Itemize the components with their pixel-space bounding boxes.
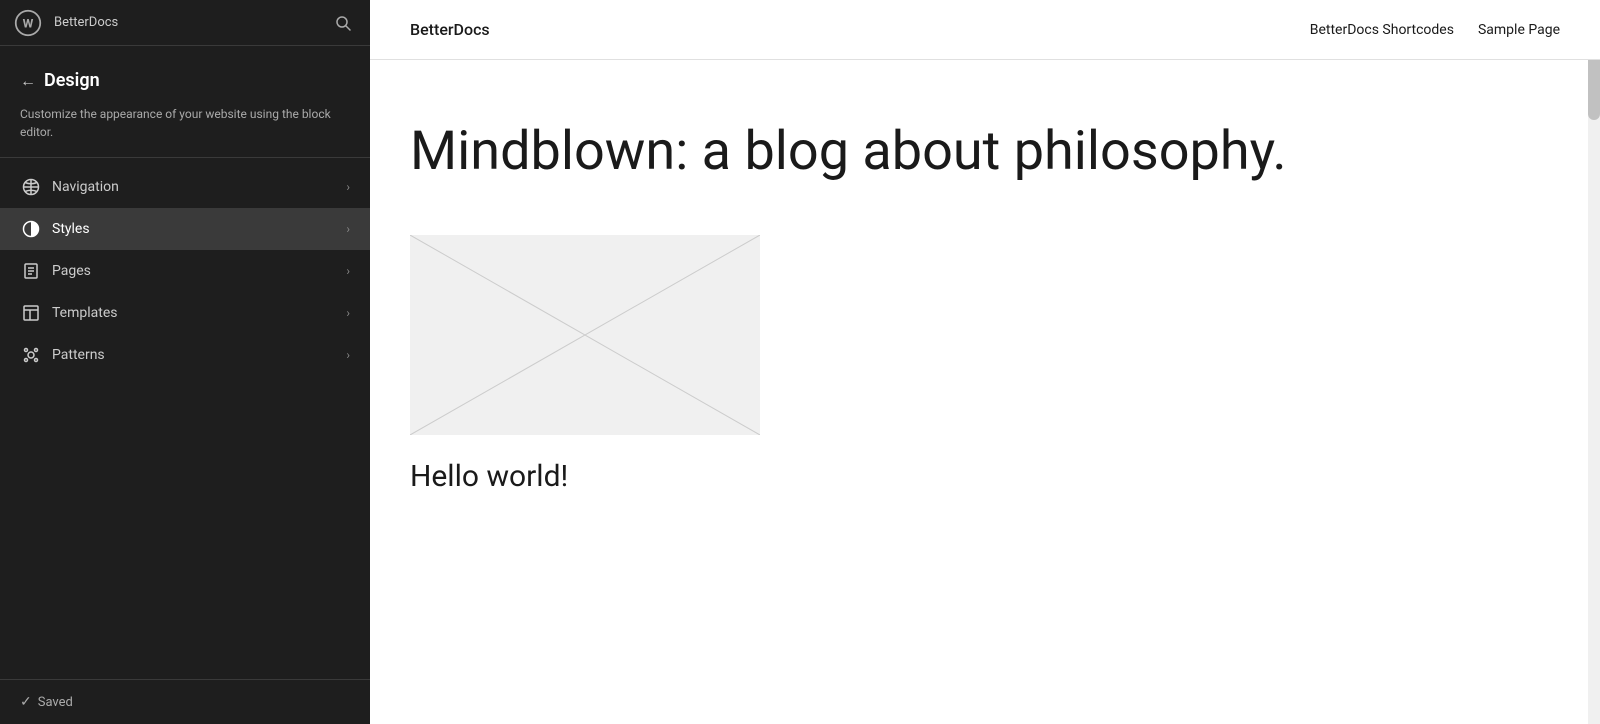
back-button[interactable]: ←	[20, 71, 36, 91]
templates-label: Templates	[52, 305, 336, 321]
pages-icon	[20, 260, 42, 282]
check-icon: ✓	[20, 694, 32, 710]
sidebar-item-pages[interactable]: Pages ›	[0, 250, 370, 292]
search-button[interactable]	[328, 8, 358, 38]
top-bar: W BetterDocs	[0, 0, 370, 46]
sidebar-item-styles[interactable]: Styles ›	[0, 208, 370, 250]
templates-icon	[20, 302, 42, 324]
patterns-chevron: ›	[346, 348, 350, 362]
sidebar-back-row: ← Design	[20, 70, 350, 91]
saved-status: Saved	[38, 695, 73, 710]
sidebar-footer: ✓ Saved	[0, 679, 370, 724]
styles-label: Styles	[52, 221, 336, 237]
preview-logo: BetterDocs	[410, 20, 490, 39]
pages-chevron: ›	[346, 264, 350, 278]
placeholder-diagonal-svg	[410, 235, 760, 435]
scrollbar-track[interactable]	[1588, 0, 1600, 724]
sidebar-title: Design	[44, 70, 100, 91]
top-bar-site-name: BetterDocs	[54, 15, 318, 30]
sidebar-item-templates[interactable]: Templates ›	[0, 292, 370, 334]
preview-area: BetterDocs BetterDocs Shortcodes Sample …	[370, 0, 1600, 724]
navigation-icon	[20, 176, 42, 198]
navigation-label: Navigation	[52, 179, 336, 195]
preview-nav-shortcodes[interactable]: BetterDocs Shortcodes	[1310, 22, 1454, 38]
preview-site-nav: BetterDocs Shortcodes Sample Page	[1310, 22, 1560, 38]
pages-label: Pages	[52, 263, 336, 279]
preview-nav-sample[interactable]: Sample Page	[1478, 22, 1560, 38]
patterns-icon	[20, 344, 42, 366]
preview-hero-title: Mindblown: a blog about philosophy.	[410, 120, 1430, 185]
styles-icon	[20, 218, 42, 240]
sidebar-description: Customize the appearance of your website…	[20, 105, 350, 141]
sidebar: ← Design Customize the appearance of you…	[0, 0, 370, 724]
preview-post-title: Hello world!	[410, 459, 1430, 494]
sidebar-item-navigation[interactable]: Navigation ›	[0, 166, 370, 208]
preview-content: Mindblown: a blog about philosophy. Hell…	[370, 60, 1470, 554]
templates-chevron: ›	[346, 306, 350, 320]
svg-text:W: W	[23, 16, 34, 30]
sidebar-navigation: Navigation › Styles ›	[0, 158, 370, 679]
preview-featured-image	[410, 235, 760, 435]
patterns-label: Patterns	[52, 347, 336, 363]
styles-chevron: ›	[346, 222, 350, 236]
sidebar-header: ← Design Customize the appearance of you…	[0, 46, 370, 158]
preview-site-header: BetterDocs BetterDocs Shortcodes Sample …	[370, 0, 1600, 60]
sidebar-item-patterns[interactable]: Patterns ›	[0, 334, 370, 376]
navigation-chevron: ›	[346, 180, 350, 194]
wp-logo[interactable]: W	[12, 7, 44, 39]
